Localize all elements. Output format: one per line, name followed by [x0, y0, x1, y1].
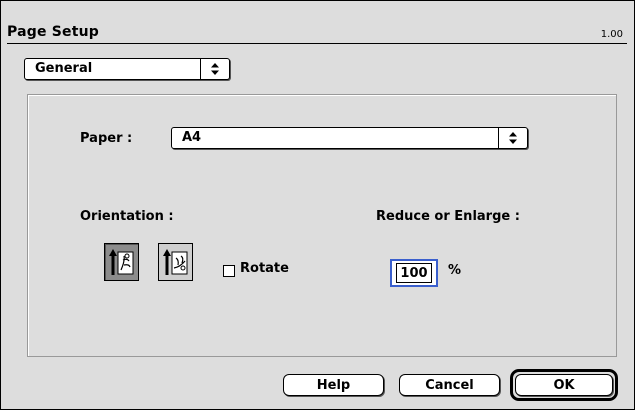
orientation-label: Orientation : — [80, 209, 174, 224]
ok-button[interactable]: OK — [515, 374, 613, 396]
landscape-orientation-button[interactable] — [158, 243, 193, 281]
portrait-orientation-button[interactable] — [104, 243, 139, 281]
title-bar: Page Setup 1.00 — [7, 24, 627, 44]
percent-unit-label: % — [448, 263, 462, 278]
rotate-label[interactable]: Rotate — [240, 261, 289, 276]
dialog-title: Page Setup — [7, 24, 99, 40]
scale-field-focus-ring — [390, 259, 438, 287]
help-button[interactable]: Help — [283, 374, 384, 396]
reduce-enlarge-label: Reduce or Enlarge : — [376, 209, 520, 224]
page-setup-dialog: Page Setup 1.00 General Paper : A4 Orien… — [0, 0, 635, 410]
title-divider — [7, 43, 627, 44]
paper-popup-menu[interactable]: A4 — [171, 127, 528, 149]
updown-arrows-icon — [498, 128, 527, 148]
section-popup-menu[interactable]: General — [24, 58, 230, 80]
version-label: 1.00 — [600, 29, 623, 40]
updown-arrows-icon — [200, 59, 229, 79]
cancel-button[interactable]: Cancel — [399, 374, 500, 396]
portrait-orientation-icon — [108, 249, 133, 275]
landscape-orientation-icon — [162, 249, 187, 275]
scale-percent-input[interactable] — [396, 263, 432, 283]
paper-label: Paper : — [80, 131, 133, 146]
rotate-checkbox[interactable] — [223, 265, 235, 277]
paper-popup-value: A4 — [182, 130, 202, 145]
section-popup-value: General — [35, 61, 93, 76]
